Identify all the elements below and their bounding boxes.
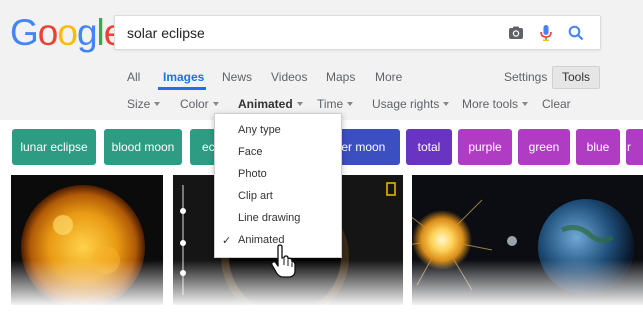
filter-more-tools[interactable]: More tools [462,97,529,111]
filter-type[interactable]: Animated [238,97,303,111]
caret-down-icon [443,102,450,106]
logo-letter: G [10,12,39,53]
filter-label: Size [127,97,151,111]
tab-videos[interactable]: Videos [271,70,307,84]
settings-link[interactable]: Settings [504,70,547,84]
tab-more[interactable]: More [375,70,402,84]
google-logo[interactable]: Google [10,12,124,54]
filter-label: Animated [238,97,293,111]
caret-down-icon [347,102,354,106]
tab-news[interactable]: News [222,70,252,84]
related-chip[interactable]: purple [458,129,512,165]
related-chip[interactable]: blood moon [104,129,182,165]
checkmark-icon: ✓ [222,235,232,247]
active-tab-indicator [158,87,206,90]
related-chip[interactable]: total [406,129,452,165]
caret-down-icon [522,102,529,106]
menu-item-face[interactable]: Face [238,146,262,158]
search-input[interactable]: solar eclipse [127,25,205,41]
tab-all[interactable]: All [127,70,140,84]
filter-label: Time [317,97,344,111]
type-dropdown-menu: Any type Face Photo Clip art Line drawin… [214,113,342,258]
caret-down-icon [296,102,303,106]
logo-letter: l [96,12,105,53]
related-chip[interactable]: blue [576,129,620,165]
tools-button[interactable]: Tools [552,66,600,89]
logo-letter: g [76,12,98,53]
microphone-icon[interactable] [536,23,556,43]
menu-item-photo[interactable]: Photo [238,168,267,180]
logo-letter: o [37,12,59,53]
hand-cursor-icon [270,244,296,278]
related-chip[interactable]: r [626,129,643,165]
tab-images[interactable]: Images [163,70,204,84]
image-result[interactable] [11,175,163,305]
filter-label: More tools [462,97,519,111]
filter-color[interactable]: Color [180,97,219,111]
image-fade [11,260,163,305]
image-result[interactable] [412,175,643,305]
filter-label: Color [180,97,209,111]
menu-item-any-type[interactable]: Any type [238,124,281,136]
logo-letter: o [57,12,78,53]
camera-icon[interactable] [506,23,526,43]
filter-size[interactable]: Size [127,97,161,111]
filter-clear[interactable]: Clear [542,97,571,111]
menu-item-clip-art[interactable]: Clip art [238,190,273,202]
menu-item-line-drawing[interactable]: Line drawing [238,212,300,224]
filter-label: Usage rights [372,97,440,111]
filter-time[interactable]: Time [317,97,354,111]
search-box[interactable]: solar eclipse [114,15,601,50]
caret-down-icon [154,102,161,106]
related-chip[interactable]: green [518,129,570,165]
tab-maps[interactable]: Maps [326,70,355,84]
tools-filters: Size Color Animated Time Usage rights Mo… [0,93,643,115]
related-chip[interactable]: lunar eclipse [12,129,96,165]
caret-down-icon [212,102,219,106]
filter-usage-rights[interactable]: Usage rights [372,97,450,111]
search-icon[interactable] [566,23,586,43]
image-fade [412,260,643,305]
